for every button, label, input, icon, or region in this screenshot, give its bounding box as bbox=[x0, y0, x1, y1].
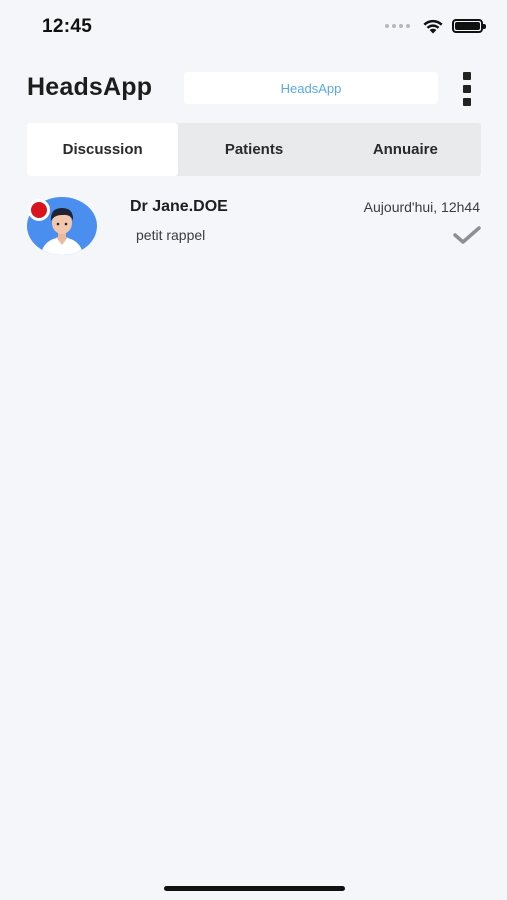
message-timestamp: Aujourd'hui, 12h44 bbox=[363, 199, 480, 215]
tab-patients[interactable]: Patients bbox=[178, 123, 329, 176]
check-icon bbox=[453, 226, 481, 244]
wifi-icon bbox=[423, 19, 443, 34]
conversation-list-item[interactable]: Dr Jane.DOE Aujourd'hui, 12h44 petit rap… bbox=[0, 190, 507, 265]
app-title: HeadsApp bbox=[27, 73, 153, 101]
status-bar: 12:45 bbox=[0, 0, 507, 56]
header-app-name-box: HeadsApp bbox=[184, 72, 438, 104]
tab-bar: Discussion Patients Annuaire bbox=[27, 123, 481, 176]
battery-icon bbox=[452, 19, 486, 33]
contact-name: Dr Jane.DOE bbox=[130, 198, 228, 215]
signal-dots-icon bbox=[385, 24, 410, 28]
status-time: 12:45 bbox=[42, 16, 93, 37]
more-vertical-icon[interactable] bbox=[458, 72, 476, 106]
home-indicator[interactable] bbox=[164, 886, 345, 891]
tab-annuaire[interactable]: Annuaire bbox=[330, 123, 481, 176]
tab-discussion[interactable]: Discussion bbox=[27, 123, 179, 176]
status-icons bbox=[385, 18, 486, 34]
message-preview: petit rappel bbox=[136, 227, 206, 243]
app-screen: 12:45 HeadsApp HeadsApp Discussion Patie… bbox=[0, 0, 507, 900]
unread-badge bbox=[28, 199, 50, 221]
